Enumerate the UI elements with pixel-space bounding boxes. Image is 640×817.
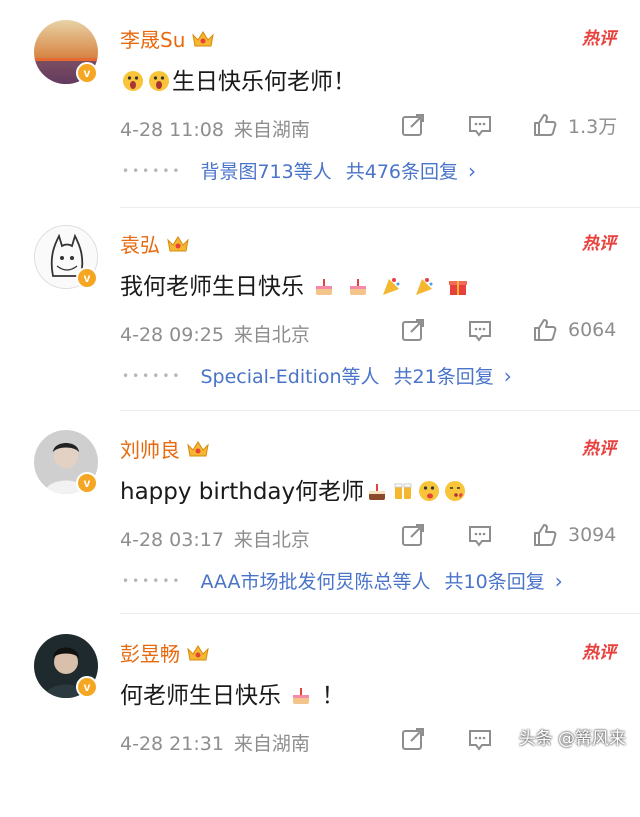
tongue-face-emoji-icon <box>418 480 440 502</box>
comment-source: 来自湖南 <box>233 119 310 141</box>
chevron-right-icon: › <box>554 568 563 593</box>
like-button[interactable]: 3094 <box>532 522 616 548</box>
comment-source: 来自湖南 <box>233 733 310 755</box>
share-icon <box>402 524 424 546</box>
shocked-face-emoji-icon <box>148 70 170 92</box>
watermark: 头条 @篝风来 <box>518 729 626 749</box>
comment-icon <box>469 526 491 547</box>
like-count: 1.3万 <box>568 115 618 138</box>
like-button[interactable]: 1.3万 <box>532 112 617 138</box>
thumbs-up-icon <box>534 319 557 341</box>
username[interactable]: 袁弘 <box>120 229 190 258</box>
replies-count: 共21条回复 <box>393 366 494 388</box>
crown-icon <box>192 31 215 47</box>
crown-icon <box>187 441 209 457</box>
crown-icon <box>167 236 189 252</box>
hot-comment-badge: 热评 <box>582 643 616 663</box>
replies-names: 背景图713等人 <box>200 161 332 183</box>
comment-date: 4-28 03:17 <box>120 529 224 551</box>
hot-comment-badge: 热评 <box>582 29 616 49</box>
comment-meta: 4-28 21:31 来自湖南 <box>120 729 320 756</box>
share-icon <box>402 319 424 341</box>
comment-button[interactable] <box>467 112 493 138</box>
comment-date: 4-28 21:31 <box>120 733 224 755</box>
gift-emoji-icon <box>447 275 469 297</box>
comment-meta: 4-28 09:25 来自北京 <box>120 320 320 347</box>
crown-icon <box>187 645 209 661</box>
dots-icon: •••••• <box>122 163 183 178</box>
comment-button[interactable] <box>467 317 493 343</box>
comment-icon <box>469 730 491 751</box>
comment-button[interactable] <box>467 726 493 752</box>
like-count: 3094 <box>568 524 617 546</box>
comment-icon <box>469 116 491 137</box>
comment-source: 来自北京 <box>233 529 310 551</box>
confetti-emoji-icon <box>413 275 435 297</box>
share-button[interactable] <box>400 112 426 138</box>
comment-icon <box>469 321 491 342</box>
comment-item: v 李晟Su 热评 生日快乐何老师！ 4-28 11:08 来自湖南 1.3万 •… <box>0 0 640 203</box>
comment-source: 来自北京 <box>233 324 310 346</box>
username[interactable]: 刘帅良 <box>120 434 210 463</box>
username[interactable]: 李晟Su <box>120 24 215 53</box>
replies-names: AAA市场批发何炅陈总等人 <box>200 571 431 593</box>
thumbs-up-icon <box>534 114 557 136</box>
cake-emoji-icon <box>290 684 312 706</box>
replies-link[interactable]: •••••• Special-Edition等人 共21条回复 › <box>120 362 512 389</box>
comment-item: v 袁弘 热评 我何老师生日快乐 4-28 09:25 来自北京 6064 •••… <box>0 205 640 408</box>
comment-meta: 4-28 11:08 来自湖南 <box>120 115 320 142</box>
share-button[interactable] <box>400 317 426 343</box>
like-button[interactable]: 6064 <box>532 317 616 343</box>
verified-badge-icon: v <box>76 267 98 289</box>
thumbs-up-icon <box>534 524 557 546</box>
username[interactable]: 彭昱畅 <box>120 638 210 667</box>
comment-text: 我何老师生日快乐 <box>120 267 471 301</box>
dots-icon: •••••• <box>122 573 183 588</box>
replies-names: Special-Edition等人 <box>200 366 380 388</box>
chevron-right-icon: › <box>468 158 476 183</box>
replies-link[interactable]: •••••• 背景图713等人 共476条回复 › <box>120 157 476 184</box>
share-button[interactable] <box>400 726 426 752</box>
share-icon <box>402 114 424 136</box>
dots-icon: •••••• <box>122 368 183 383</box>
replies-count: 共10条回复 <box>444 571 545 593</box>
shocked-face-emoji-icon <box>122 70 144 92</box>
comment-text: happy birthday何老师 <box>120 472 468 506</box>
cake-emoji-icon <box>313 275 335 297</box>
kiss-face-emoji-icon <box>444 480 466 502</box>
cake-emoji-icon <box>347 275 369 297</box>
comment-date: 4-28 11:08 <box>120 119 224 141</box>
confetti-emoji-icon <box>380 275 402 297</box>
like-count: 6064 <box>568 319 617 341</box>
comment-meta: 4-28 03:17 来自北京 <box>120 525 320 552</box>
verified-badge-icon: v <box>76 62 98 84</box>
chevron-right-icon: › <box>503 363 512 388</box>
comment-date: 4-28 09:25 <box>120 324 224 346</box>
comment-button[interactable] <box>467 522 493 548</box>
cake-emoji-icon <box>366 480 388 502</box>
verified-badge-icon: v <box>76 676 98 698</box>
replies-count: 共476条回复 <box>345 161 458 183</box>
share-icon <box>402 728 424 750</box>
verified-badge-icon: v <box>76 472 98 494</box>
cheers-emoji-icon <box>392 480 414 502</box>
hot-comment-badge: 热评 <box>582 234 616 254</box>
share-button[interactable] <box>400 522 426 548</box>
comment-item: v 刘帅良 热评 happy birthday何老师 4-28 03:17 来自北… <box>0 410 640 613</box>
hot-comment-badge: 热评 <box>582 439 616 459</box>
comment-text: 何老师生日快乐 ！ <box>120 683 345 709</box>
replies-link[interactable]: •••••• AAA市场批发何炅陈总等人 共10条回复 › <box>120 567 563 594</box>
comment-text: 生日快乐何老师！ <box>120 62 356 96</box>
comment-item: v 彭昱畅 热评 何老师生日快乐 ！ 4-28 21:31 来自湖南 <box>0 614 640 817</box>
